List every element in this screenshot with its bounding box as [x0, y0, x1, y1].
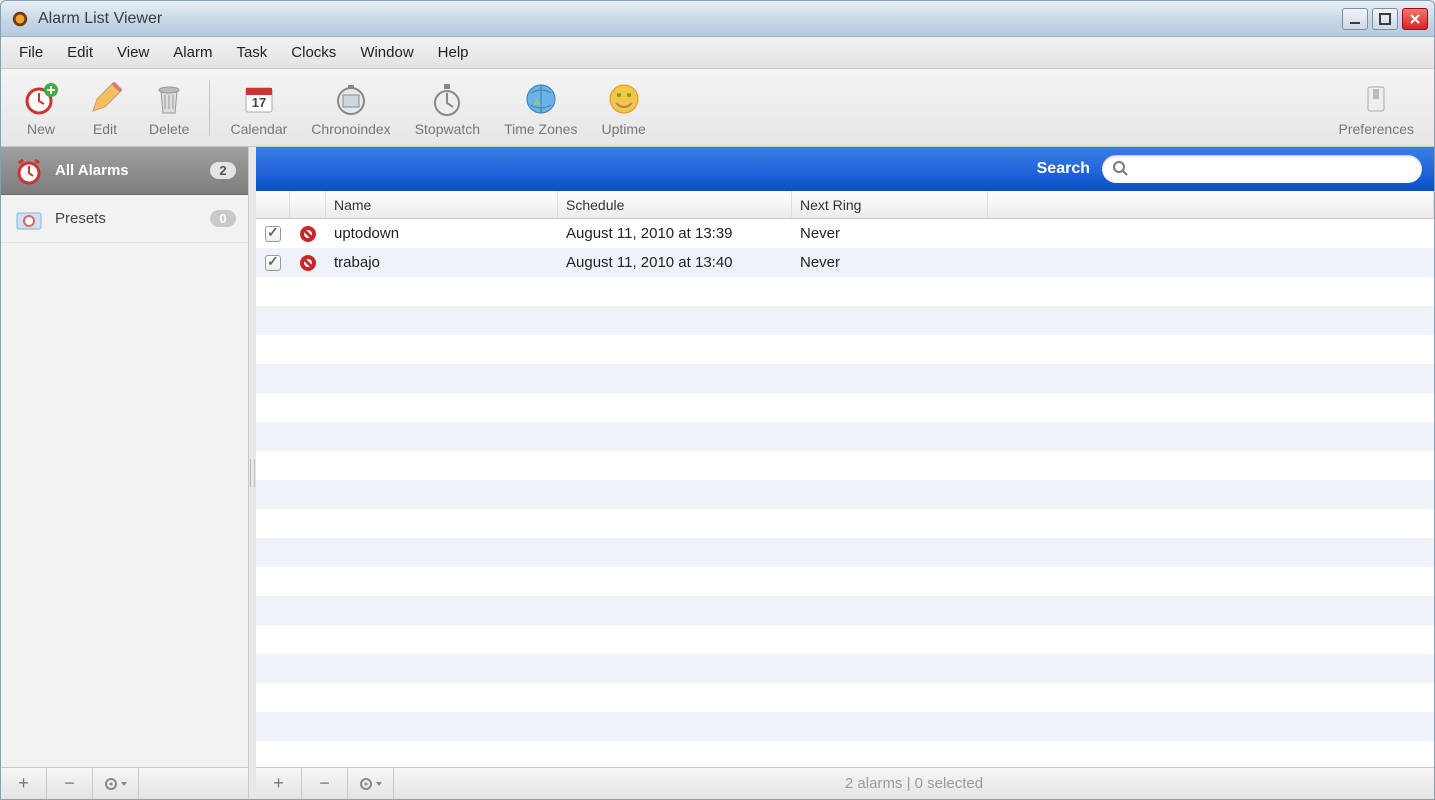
main-panel: Search Name Schedule Next Ring: [256, 147, 1434, 799]
col-header-rest: [988, 191, 1434, 218]
col-header-checkbox[interactable]: [256, 191, 290, 218]
sidebar-item-all-alarms[interactable]: All Alarms 2: [1, 147, 248, 195]
toolbar-edit[interactable]: Edit: [73, 75, 137, 141]
toolbar-calendar-label: Calendar: [230, 121, 287, 137]
no-entry-icon: [299, 254, 317, 272]
main-add-button[interactable]: +: [256, 768, 302, 799]
menu-clocks[interactable]: Clocks: [279, 39, 348, 66]
plus-icon: +: [18, 773, 29, 794]
menu-window[interactable]: Window: [348, 39, 425, 66]
row-checkbox[interactable]: [265, 255, 281, 271]
toolbar-uptime[interactable]: Uptime: [589, 75, 657, 141]
app-icon: [11, 10, 29, 28]
smiley-icon: [604, 79, 644, 119]
cell-nextring: Never: [792, 254, 988, 271]
toolbar-separator: [209, 80, 210, 136]
toolbar-timezones-label: Time Zones: [504, 121, 577, 137]
svg-text:17: 17: [252, 95, 266, 110]
sidebar-bottom-toolbar: + −: [1, 767, 248, 799]
toolbar-preferences-label: Preferences: [1339, 121, 1414, 137]
sidebar-item-presets[interactable]: Presets 0: [1, 195, 248, 243]
sidebar: All Alarms 2 Presets 0 + −: [1, 147, 249, 799]
toolbar-stopwatch-label: Stopwatch: [415, 121, 480, 137]
calendar-icon: 17: [239, 79, 279, 119]
switch-icon: [1356, 79, 1396, 119]
no-entry-icon: [299, 225, 317, 243]
col-header-nextring[interactable]: Next Ring: [792, 191, 988, 218]
search-input[interactable]: [1134, 161, 1412, 177]
col-header-status[interactable]: [290, 191, 326, 218]
chronoindex-icon: [331, 79, 371, 119]
table-header: Name Schedule Next Ring: [256, 191, 1434, 219]
main-remove-button[interactable]: −: [302, 768, 348, 799]
table-row[interactable]: trabajo August 11, 2010 at 13:40 Never: [256, 248, 1434, 277]
trash-icon: [149, 79, 189, 119]
search-label: Search: [1037, 160, 1090, 178]
menu-task[interactable]: Task: [224, 39, 279, 66]
toolbar-uptime-label: Uptime: [601, 121, 645, 137]
sidebar-presets-label: Presets: [55, 210, 210, 227]
status-text: 2 alarms | 0 selected: [394, 768, 1434, 799]
minus-icon: −: [64, 773, 75, 794]
presets-folder-icon: [13, 203, 45, 235]
toolbar-stopwatch[interactable]: Stopwatch: [403, 75, 492, 141]
search-bar: Search: [256, 147, 1434, 191]
toolbar-delete[interactable]: Delete: [137, 75, 201, 141]
toolbar-chronoindex[interactable]: Chronoindex: [299, 75, 402, 141]
sidebar-add-button[interactable]: +: [1, 768, 47, 799]
toolbar-chronoindex-label: Chronoindex: [311, 121, 390, 137]
stopwatch-icon: [427, 79, 467, 119]
sidebar-actions-button[interactable]: [93, 768, 139, 799]
toolbar-new-label: New: [27, 121, 55, 137]
close-button[interactable]: [1402, 8, 1428, 30]
body: All Alarms 2 Presets 0 + −: [1, 147, 1434, 799]
titlebar: Alarm List Viewer: [1, 1, 1434, 37]
cell-schedule: August 11, 2010 at 13:40: [558, 254, 792, 271]
globe-icon: [521, 79, 561, 119]
main-actions-button[interactable]: [348, 768, 394, 799]
toolbar-delete-label: Delete: [149, 121, 189, 137]
menu-alarm[interactable]: Alarm: [161, 39, 224, 66]
minimize-button[interactable]: [1342, 8, 1368, 30]
menu-edit[interactable]: Edit: [55, 39, 105, 66]
gear-dropdown-icon: [359, 777, 383, 791]
sidebar-presets-count: 0: [210, 210, 236, 227]
cell-schedule: August 11, 2010 at 13:39: [558, 225, 792, 242]
menu-file[interactable]: File: [7, 39, 55, 66]
col-header-name[interactable]: Name: [326, 191, 558, 218]
col-header-schedule[interactable]: Schedule: [558, 191, 792, 218]
window-title: Alarm List Viewer: [38, 10, 1342, 28]
toolbar-edit-label: Edit: [93, 121, 117, 137]
toolbar-preferences[interactable]: Preferences: [1327, 75, 1426, 141]
sidebar-remove-button[interactable]: −: [47, 768, 93, 799]
alarm-clock-icon: [13, 155, 45, 187]
table-body: uptodown August 11, 2010 at 13:39 Never …: [256, 219, 1434, 767]
main-bottom-toolbar: + − 2 alarms | 0 selected: [256, 767, 1434, 799]
toolbar: New Edit Delete 17 Calendar Chronoindex …: [1, 69, 1434, 147]
table-row[interactable]: uptodown August 11, 2010 at 13:39 Never: [256, 219, 1434, 248]
row-checkbox[interactable]: [265, 226, 281, 242]
cell-nextring: Never: [792, 225, 988, 242]
cell-name: uptodown: [326, 225, 558, 242]
alarm-clock-plus-icon: [21, 79, 61, 119]
menubar: File Edit View Alarm Task Clocks Window …: [1, 37, 1434, 69]
sidebar-all-alarms-count: 2: [210, 162, 236, 179]
menu-view[interactable]: View: [105, 39, 161, 66]
maximize-button[interactable]: [1372, 8, 1398, 30]
plus-icon: +: [273, 773, 284, 794]
menu-help[interactable]: Help: [426, 39, 481, 66]
search-box[interactable]: [1102, 155, 1422, 183]
minus-icon: −: [319, 773, 330, 794]
sidebar-all-alarms-label: All Alarms: [55, 162, 210, 179]
search-icon: [1112, 160, 1128, 179]
cell-name: trabajo: [326, 254, 558, 271]
toolbar-timezones[interactable]: Time Zones: [492, 75, 589, 141]
pencil-icon: [85, 79, 125, 119]
gear-dropdown-icon: [104, 777, 128, 791]
toolbar-new[interactable]: New: [9, 75, 73, 141]
toolbar-calendar[interactable]: 17 Calendar: [218, 75, 299, 141]
splitter[interactable]: [249, 147, 256, 799]
